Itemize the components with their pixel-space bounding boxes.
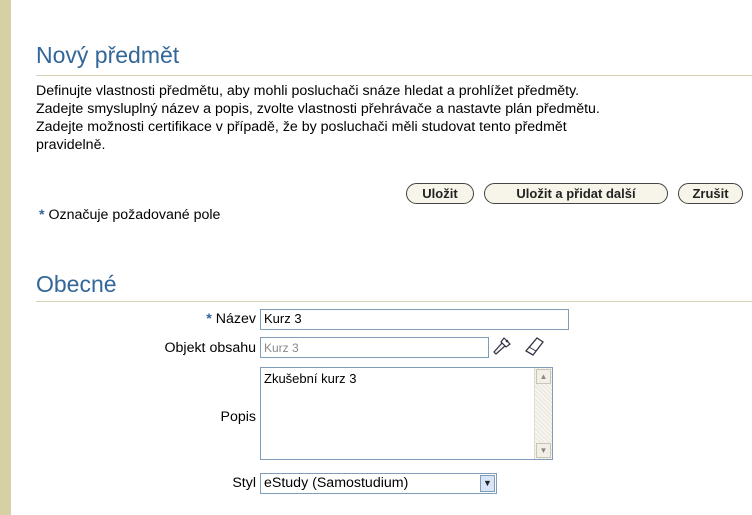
section-divider: [36, 301, 752, 302]
name-label: * Název: [206, 311, 256, 327]
content-object-input: Kurz 3: [260, 337, 489, 358]
intro-line-3: Zadejte možnosti certifikace v případě, …: [36, 119, 567, 135]
save-button[interactable]: Uložit: [406, 183, 474, 204]
description-textarea[interactable]: Zkušební kurz 3 ▲ ▼: [260, 367, 553, 460]
scroll-down-icon[interactable]: ▼: [536, 443, 551, 458]
content-object-label: Objekt obsahu: [164, 340, 257, 356]
style-selected-value: eStudy (Samostudium): [264, 475, 409, 491]
description-scrollbar[interactable]: ▲ ▼: [534, 368, 552, 459]
eraser-clear-icon[interactable]: [523, 335, 545, 357]
required-field-note: * Označuje požadované pole: [39, 207, 220, 223]
intro-text: Definujte vlastnosti předmětu, aby mohli…: [36, 82, 752, 154]
left-decorative-bar: [0, 0, 11, 515]
title-divider: [36, 75, 752, 76]
flashlight-search-icon[interactable]: [491, 335, 513, 357]
required-note-text: Označuje požadované pole: [48, 207, 221, 223]
intro-line-2: Zadejte smysluplný název a popis, zvolte…: [36, 101, 600, 117]
cancel-button[interactable]: Zrušit: [678, 183, 743, 204]
intro-line-4: pravidelně.: [36, 137, 106, 153]
style-select[interactable]: eStudy (Samostudium) ▼: [260, 473, 497, 494]
style-label: Styl: [232, 475, 256, 491]
required-star: *: [206, 311, 212, 327]
section-title: Obecné: [36, 271, 117, 297]
chevron-down-icon[interactable]: ▼: [480, 475, 495, 492]
scroll-up-icon[interactable]: ▲: [536, 369, 551, 384]
description-text: Zkušební kurz 3: [264, 371, 357, 386]
save-and-add-button[interactable]: Uložit a přidat další: [484, 183, 668, 204]
description-label: Popis: [220, 409, 257, 425]
required-star: *: [39, 207, 45, 223]
name-label-text: Název: [215, 311, 256, 327]
intro-line-1: Definujte vlastnosti předmětu, aby mohli…: [36, 83, 580, 99]
name-input[interactable]: Kurz 3: [260, 309, 569, 330]
page-title: Nový předmět: [36, 42, 180, 68]
